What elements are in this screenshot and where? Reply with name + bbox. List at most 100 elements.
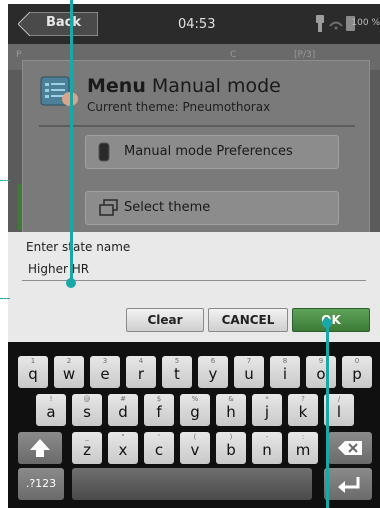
key-alt-label: * [265,395,269,403]
backspace-key[interactable] [328,432,372,464]
key-alt-label: 7 [246,357,252,365]
menu-dialog: Menu Manual mode Current theme: Pneumoth… [22,60,370,242]
clock: 04:53 [178,17,216,32]
key-a[interactable]: ! a [36,394,66,426]
background-text-mid: C [230,50,237,60]
key-s[interactable]: @ s [72,394,102,426]
key-main-label: c [154,441,164,459]
menu-title-rest: Manual mode [145,75,281,97]
key-f[interactable]: $ f [144,394,174,426]
annotation-dot-ok [322,318,332,328]
key-main-label: d [118,403,128,421]
key-b[interactable]: ) b [216,432,246,464]
key-alt-label: 5 [174,357,180,365]
key-main-label: x [118,441,128,459]
key-z[interactable]: _ z [72,432,102,464]
key-q[interactable]: 1q [18,356,48,388]
key-main-label: y [208,365,218,383]
annotation-line-menu [70,0,73,282]
key-alt-label: 2 [66,357,72,365]
key-main-label: v [190,441,200,459]
shift-arrow-icon [30,439,50,457]
key-main-label: a [46,403,56,421]
background-text-right: [P/3] [294,50,316,60]
annotation-dash-left-1 [0,180,10,182]
key-d[interactable]: # d [108,394,138,426]
key-main-label: u [244,365,254,383]
annotation-line-ok [326,322,329,508]
key-o[interactable]: 9o [306,356,336,388]
key-t[interactable]: 5t [162,356,192,388]
key-main-label: g [190,403,200,421]
usb-icon [316,15,324,32]
key-x[interactable]: " x [108,432,138,464]
key-alt-label: $ [156,395,162,403]
key-main-label: m [295,441,311,459]
key-e[interactable]: 3e [90,356,120,388]
key-alt-label: ( [193,433,197,441]
manual-mode-preferences-label: Manual mode Preferences [124,144,293,159]
space-key[interactable] [72,468,312,500]
key-m[interactable]: :m [288,432,318,464]
key-alt-label: - [265,433,269,441]
key-alt-label: 8 [282,357,288,365]
key-n[interactable]: -n [252,432,282,464]
symbols-key-label: .?123 [25,477,57,490]
key-i[interactable]: 8i [270,356,300,388]
key-w[interactable]: 2w [54,356,84,388]
key-alt-label: " [121,433,125,441]
key-main-label: n [262,441,272,459]
device-screen: Back 04:53 100 % P C [P/3] Menu Manual m… [8,4,380,508]
key-alt-label: % [191,395,199,403]
symbols-key[interactable]: .?123 [18,468,64,500]
key-h[interactable]: & h [216,394,246,426]
enter-key[interactable] [324,468,372,500]
key-main-label: j [264,403,270,421]
key-main-label: f [156,403,162,421]
key-main-label: t [174,365,180,383]
key-j[interactable]: * j [252,394,282,426]
state-name-input[interactable]: Higher HR [22,258,366,281]
key-g[interactable]: % g [180,394,210,426]
theme-windows-icon [99,199,118,216]
select-theme-button[interactable]: Select theme [85,191,339,225]
key-main-label: k [298,403,308,421]
manual-mode-preferences-button[interactable]: Manual mode Preferences [85,135,339,169]
key-c[interactable]: ' c [144,432,174,464]
key-alt-label: 1 [30,357,36,365]
state-name-label: Enter state name [26,240,131,254]
key-y[interactable]: 6y [198,356,228,388]
menu-subtitle: Current theme: Pneumothorax [87,100,271,114]
menu-title: Menu Manual mode [87,75,281,97]
key-p[interactable]: 0p [342,356,372,388]
key-alt-label: ! [49,395,53,403]
backspace-icon [338,441,362,455]
state-name-value: Higher HR [28,262,90,276]
key-alt-label: 9 [318,357,324,365]
back-button[interactable]: Back [18,12,98,36]
status-icons: 100 % [310,13,380,35]
key-alt-label: : [301,433,305,441]
annotation-dot-input [66,278,76,288]
key-r[interactable]: 4r [126,356,156,388]
key-alt-label: 4 [138,357,144,365]
background-text-left: P [16,50,22,60]
key-u[interactable]: 7u [234,356,264,388]
battery-percent: 100 % [351,18,380,28]
key-main-label: o [316,365,326,383]
key-main-label: h [226,403,236,421]
key-alt-label: ) [229,433,233,441]
status-bar: Back 04:53 100 % [8,4,380,44]
key-alt-label: 3 [102,357,108,365]
key-alt-label: 6 [210,357,216,365]
clear-button[interactable]: Clear [126,308,204,332]
key-k[interactable]: ? k [288,394,318,426]
back-label: Back [46,15,82,30]
key-main-label: e [100,365,110,383]
key-main-label: i [282,365,288,383]
key-alt-label: ' [158,433,160,441]
cancel-button[interactable]: CANCEL [208,308,288,332]
key-alt-label: & [228,395,234,403]
key-v[interactable]: (v [180,432,210,464]
shift-key[interactable] [18,432,62,464]
